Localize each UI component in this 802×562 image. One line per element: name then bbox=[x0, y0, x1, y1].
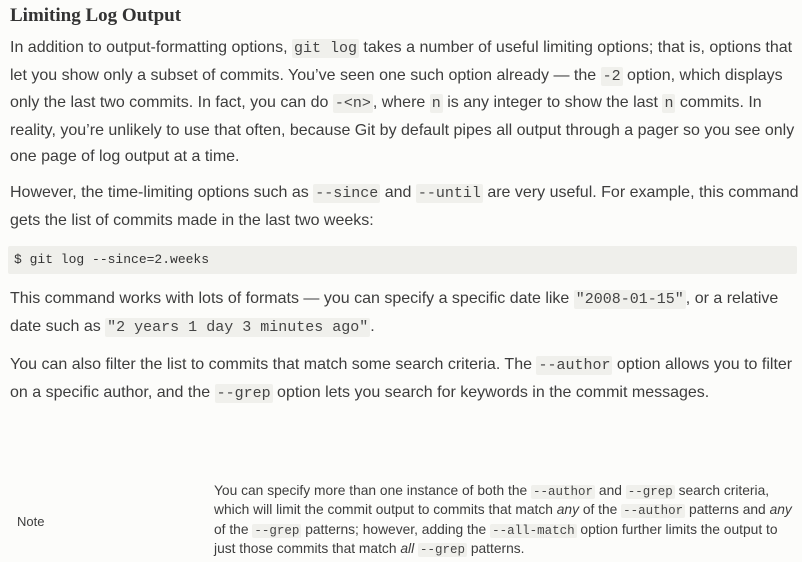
text: and bbox=[595, 483, 626, 498]
inline-code: -<n> bbox=[332, 94, 373, 113]
text: In addition to output-formatting options… bbox=[10, 39, 292, 56]
code-block: $ git log --since=2.weeks bbox=[8, 246, 797, 274]
emphasis: all bbox=[400, 540, 415, 556]
text: of the bbox=[214, 521, 253, 537]
note-label: Note bbox=[17, 514, 45, 529]
text: patterns; however, adding the bbox=[301, 521, 491, 537]
emphasis: any bbox=[769, 502, 792, 518]
paragraph-search-filter: You can also filter the list to commits … bbox=[10, 352, 800, 407]
inline-code: "2008-01-15" bbox=[573, 290, 686, 309]
paragraph-limiting-options: In addition to output-formatting options… bbox=[10, 35, 800, 171]
inline-code: --grep bbox=[252, 523, 302, 538]
paragraph-date-formats: This command works with lots of formats … bbox=[10, 286, 800, 341]
inline-code: --since bbox=[313, 184, 381, 203]
text: option lets you search for keywords in t… bbox=[272, 383, 710, 401]
emphasis: any bbox=[556, 502, 579, 518]
section-heading: Limiting Log Output bbox=[10, 5, 182, 26]
inline-code: --until bbox=[415, 184, 483, 203]
inline-code: n bbox=[429, 94, 443, 113]
inline-code: --grep bbox=[417, 542, 467, 557]
paragraph-time-limiting: However, the time-limiting options such … bbox=[10, 180, 800, 234]
inline-code: n bbox=[662, 94, 676, 113]
text: However, the time-limiting options such … bbox=[10, 184, 314, 201]
text: . bbox=[370, 317, 375, 335]
text: is any integer to show the last bbox=[442, 94, 663, 111]
text: This command works with lots of formats … bbox=[10, 290, 574, 307]
text: and bbox=[380, 184, 416, 201]
inline-code: --grep bbox=[625, 485, 675, 499]
text: patterns and bbox=[685, 502, 770, 518]
inline-code: --grep bbox=[214, 383, 273, 403]
inline-code: --author bbox=[536, 356, 613, 375]
text: You can specify more than one instance o… bbox=[214, 483, 532, 498]
inline-code: --all-match bbox=[490, 523, 577, 538]
inline-code: -2 bbox=[600, 66, 623, 86]
text: of the bbox=[578, 502, 622, 518]
note-body: You can specify more than one instance o… bbox=[214, 482, 794, 559]
inline-code: git log bbox=[291, 39, 359, 58]
text: , where bbox=[372, 94, 430, 111]
inline-code: --author bbox=[531, 485, 596, 499]
text: You can also filter the list to commits … bbox=[10, 356, 537, 373]
text: patterns. bbox=[467, 540, 525, 556]
inline-code: "2 years 1 day 3 minutes ago" bbox=[105, 317, 371, 337]
inline-code: --author bbox=[621, 504, 686, 519]
